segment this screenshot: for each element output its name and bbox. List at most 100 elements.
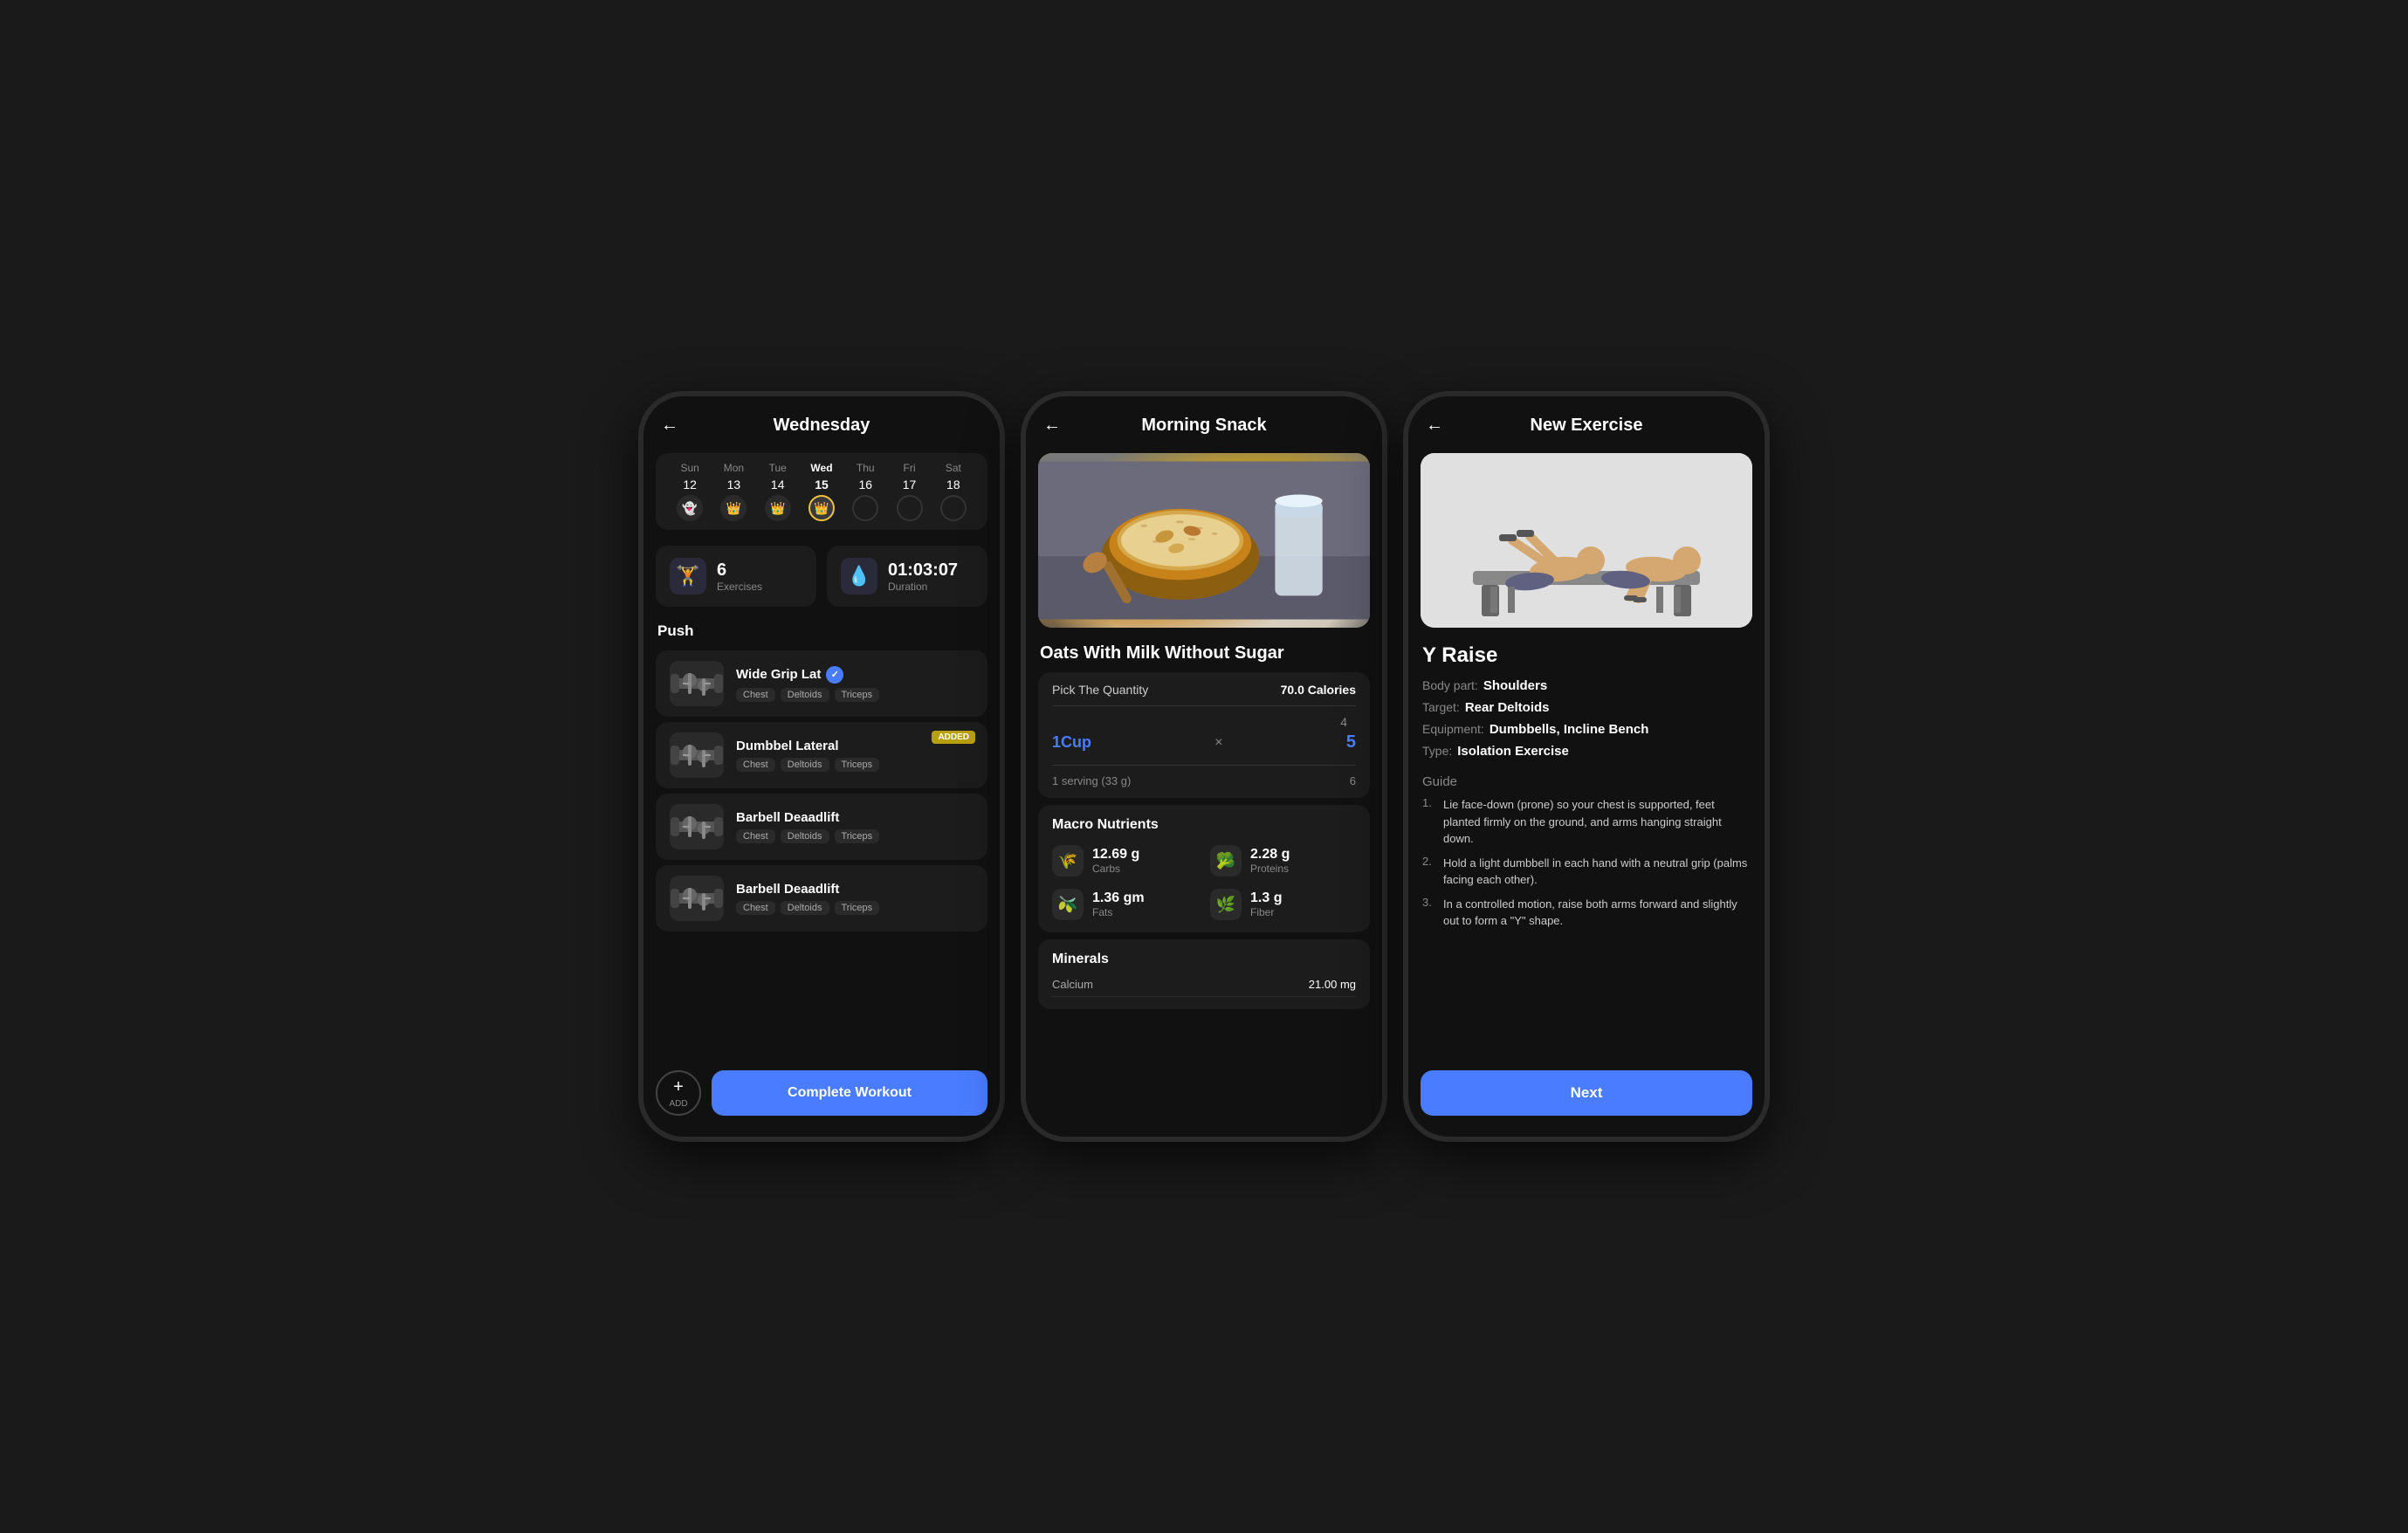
exercise-thumb [670,732,724,778]
meta-row: Equipment:Dumbbells, Incline Bench [1422,718,1751,740]
exercise-tags: ChestDeltoidsTriceps [736,688,974,702]
screen3-title: New Exercise [1531,416,1643,436]
quantity-serving-num: 6 [1350,774,1356,787]
exercise-item-3[interactable]: Barbell Deaadlift ChestDeltoidsTriceps [656,865,987,931]
mineral-row: Calcium21.00 mg [1052,973,1356,997]
cal-icon-fri [897,495,923,521]
cal-icon-tue: 👑 [765,495,791,521]
exercise-item-1[interactable]: Dumbbel LateralChestDeltoidsTricepsADDED [656,722,987,788]
exercise-name: Wide Grip Lat✓ [736,666,974,684]
added-badge: ADDED [932,731,975,744]
calendar-strip: Sun12👻 Mon13👑 Tue14👑 Wed15👑 Thu16 Fri17 Sat18 [656,453,987,530]
cal-icon-sun: 👻 [677,495,703,521]
macro-icon: 🌿 [1210,889,1242,920]
cal-day-fri[interactable]: Fri17 [897,462,923,521]
exercise-hero [1421,453,1752,628]
quantity-label: Pick The Quantity [1052,683,1148,697]
bottom-bar-1: + ADD Complete Workout [643,1060,1000,1137]
guide-step-2: 2.Hold a light dumbbell in each hand wit… [1422,855,1751,889]
back-button-2[interactable]: ← [1043,416,1061,436]
back-button-1[interactable]: ← [661,416,678,436]
screen3-header: ← New Exercise [1408,396,1765,446]
quantity-calories: 70.0 Calories [1281,683,1356,697]
check-badge: ✓ [826,666,843,684]
exercise-thumb [670,661,724,706]
cal-icon-sat [940,495,967,521]
quantity-serving: 1 serving (33 g) [1052,774,1131,787]
exercise-item-0[interactable]: Wide Grip Lat✓ ChestDeltoidsTriceps [656,650,987,717]
stat-exercises: 🏋️ 6 Exercises [656,546,816,607]
quantity-num-top: 4 [1340,715,1347,729]
cal-icon-thu [852,495,878,521]
macro-item-2: 🫒1.36 gmFats [1052,889,1198,920]
meta-row: Body part:Shoulders [1422,675,1751,697]
minerals-section: Minerals Calcium21.00 mg [1038,939,1370,1009]
minerals-title: Minerals [1052,952,1356,967]
quantity-selected[interactable]: 5 [1346,732,1356,753]
screen1-header: ← Wednesday [643,396,1000,446]
macro-grid: 🌾12.69 gCarbs 🥦2.28 gProteins 🫒1.36 gmFats… [1052,845,1356,920]
meta-row: Target:Rear Deltoids [1422,697,1751,718]
cal-day-sun[interactable]: Sun12👻 [677,462,703,521]
exercises-label: Exercises [717,581,762,593]
guide-step-1: 1.Lie face-down (prone) so your chest is… [1422,796,1751,848]
macro-icon: 🌾 [1052,845,1084,876]
screen2-content: Oats With Milk Without Sugar Pick The Qu… [1026,446,1382,1137]
duration-icon: 💧 [841,558,877,595]
screen1-content: Sun12👻Mon13👑Tue14👑Wed15👑Thu16Fri17Sat18 … [643,446,1000,1060]
exercises-value: 6 [717,560,762,581]
exercise-info: Wide Grip Lat✓ ChestDeltoidsTriceps [736,666,974,702]
guide-title: Guide [1422,774,1751,789]
exercise-detail-title: Y Raise [1408,635,1765,671]
exercise-thumb [670,804,724,849]
food-image [1038,453,1370,628]
exercise-list: Wide Grip Lat✓ChestDeltoidsTriceps Dumbb… [643,650,1000,931]
quantity-section: Pick The Quantity 70.0 Calories 4 1Cup ×… [1038,672,1370,798]
cal-day-sat[interactable]: Sat18 [940,462,967,521]
complete-workout-button[interactable]: Complete Workout [712,1070,987,1116]
cal-day-thu[interactable]: Thu16 [852,462,878,521]
exercise-tags: ChestDeltoidsTriceps [736,758,974,772]
duration-value: 01:03:07 [888,560,958,581]
exercise-name: Barbell Deaadlift [736,810,974,825]
macro-item-3: 🌿1.3 gFiber [1210,889,1356,920]
stats-row: 🏋️ 6 Exercises 💧 01:03:07 Duration [643,537,1000,615]
add-button[interactable]: + ADD [656,1070,701,1116]
exercise-info: Barbell Deaadlift ChestDeltoidsTriceps [736,882,974,915]
screen3-content: Y Raise Body part:ShouldersTarget:Rear D… [1408,446,1765,1062]
cal-day-mon[interactable]: Mon13👑 [720,462,746,521]
macro-icon: 🥦 [1210,845,1242,876]
meta-row: Type:Isolation Exercise [1422,740,1751,762]
exercise-thumb [670,876,724,921]
macro-section: Macro Nutrients 🌾12.69 gCarbs 🥦2.28 gProt… [1038,805,1370,932]
guide-step-3: 3.In a controlled motion, raise both arm… [1422,896,1751,930]
phone-1: ← Wednesday Sun12👻 Mon13👑 Tue14👑 Wed15👑 Thu1… [638,391,1005,1142]
macro-item-1: 🥦2.28 gProteins [1210,845,1356,876]
stat-duration: 💧 01:03:07 Duration [827,546,987,607]
exercise-info: Barbell DeaadliftChestDeltoidsTriceps [736,810,974,843]
quantity-picker-unit[interactable]: 1Cup [1052,733,1091,752]
duration-label: Duration [888,581,958,593]
guide-section: Guide 1.Lie face-down (prone) so your ch… [1408,766,1765,945]
quantity-x: × [1214,735,1222,751]
exercise-name: Barbell Deaadlift [736,882,974,897]
phone-2: ← Morning Snack [1021,391,1387,1142]
next-button[interactable]: Next [1421,1070,1752,1116]
macro-title: Macro Nutrients [1052,817,1356,833]
phone-3: ← New Exercise [1403,391,1770,1142]
exercise-meta: Body part:ShouldersTarget:Rear DeltoidsE… [1408,671,1765,766]
cal-day-wed[interactable]: Wed15👑 [808,462,835,521]
back-button-3[interactable]: ← [1426,416,1443,436]
screen2-title: Morning Snack [1141,416,1266,436]
cal-icon-wed: 👑 [808,495,835,521]
exercises-icon: 🏋️ [670,558,706,595]
section-push-title: Push [643,615,1000,645]
macro-item-0: 🌾12.69 gCarbs [1052,845,1198,876]
cal-day-tue[interactable]: Tue14👑 [765,462,791,521]
macro-icon: 🫒 [1052,889,1084,920]
exercise-tags: ChestDeltoidsTriceps [736,901,974,915]
exercise-item-2[interactable]: Barbell DeaadliftChestDeltoidsTriceps [656,794,987,860]
screen2-header: ← Morning Snack [1026,396,1382,446]
screen1-title: Wednesday [774,416,870,436]
cal-icon-mon: 👑 [720,495,746,521]
